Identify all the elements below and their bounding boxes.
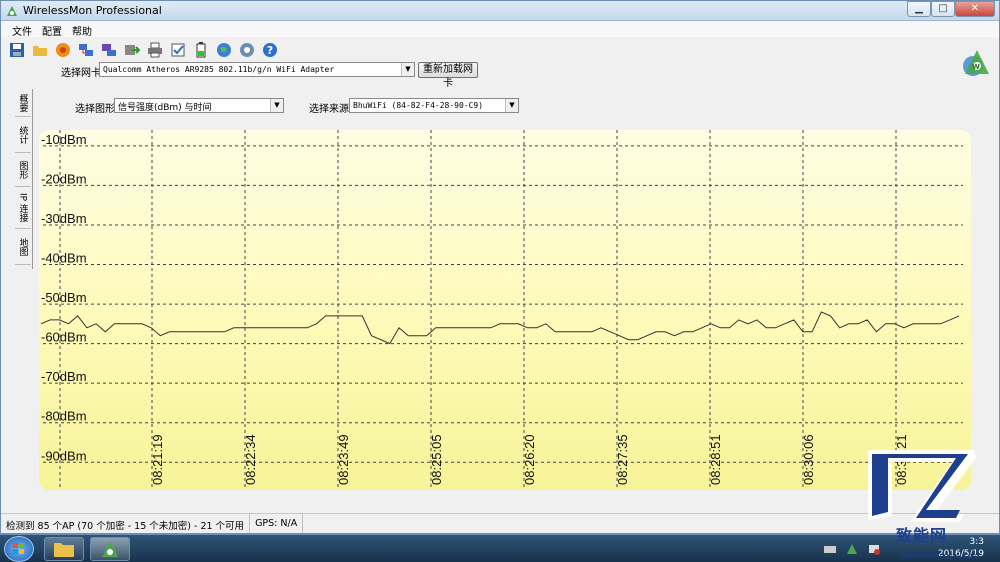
chevron-down-icon: ▼ xyxy=(505,99,518,112)
taskbar: 3:3 2016/5/19 xyxy=(0,534,1000,562)
signal-chart-svg: -10dBm -20dBm -30dBm -40dBm -50dBm -60dBm -70d… xyxy=(40,130,963,490)
taskbar-wirelessmon[interactable] xyxy=(90,537,130,561)
graph-type-select[interactable]: 信号强度(dBm) 与时间 ▼ xyxy=(114,98,284,113)
close-button[interactable]: ✕ xyxy=(955,1,995,17)
watermark-url: www.zhinenggou.com xyxy=(902,552,979,560)
open-folder-icon[interactable] xyxy=(30,40,50,60)
window-title: WirelessMon Professional xyxy=(23,4,162,17)
svg-text:?: ? xyxy=(267,44,273,57)
windows-logo-icon xyxy=(13,543,24,554)
graph-controls: 选择图形 信号强度(dBm) 与时间 ▼ 选择来源 BhuWiFi (84-82… xyxy=(41,98,941,115)
wireless-logo-icon: W xyxy=(963,50,989,76)
source-select-label: 选择来源 xyxy=(309,104,349,115)
maximize-button[interactable]: □ xyxy=(931,1,955,17)
save-icon[interactable] xyxy=(7,40,27,60)
adapter-select-value: Qualcomm Atheros AR9285 802.11b/g/n WiFi… xyxy=(103,65,335,74)
y-tick-label: -30dBm xyxy=(41,211,87,226)
tab-summary[interactable]: 概要 xyxy=(15,89,31,117)
y-tick-label: -20dBm xyxy=(41,171,87,186)
globe-settings-icon[interactable] xyxy=(237,40,257,60)
wirelessmon-icon xyxy=(102,541,118,557)
source-select[interactable]: BhuWiFi (84-82-F4-28-90-C9) ▼ xyxy=(349,98,519,113)
taskbar-explorer[interactable] xyxy=(44,537,84,561)
y-tick-label: -50dBm xyxy=(41,290,87,305)
chevron-down-icon: ▼ xyxy=(270,99,283,112)
menu-bar: 文件 配置 帮助 xyxy=(1,21,999,38)
adapter-select[interactable]: Qualcomm Atheros AR9285 802.11b/g/n WiFi… xyxy=(99,62,415,77)
app-icon xyxy=(7,6,17,16)
signal-chart: -10dBm -20dBm -30dBm -40dBm -50dBm -60dBm -70d… xyxy=(39,130,971,490)
source-value: BhuWiFi (84-82-F4-28-90-C9) xyxy=(353,101,484,110)
check-icon[interactable] xyxy=(168,40,188,60)
tab-ip-connection[interactable]: IP 连接 xyxy=(15,187,31,229)
export-icon[interactable] xyxy=(122,40,142,60)
keyboard-icon[interactable] xyxy=(824,543,836,555)
adapter-row: 选择网卡 Qualcomm Atheros AR9285 802.11b/g/n… xyxy=(1,61,999,89)
ap-count-status: 检测到 85 个AP (70 个加密 - 15 个未加密) - 21 个可用 xyxy=(1,514,251,533)
record-icon[interactable] xyxy=(53,40,73,60)
graph-type-value: 信号强度(dBm) 与时间 xyxy=(118,103,212,113)
adapter-label: 选择网卡 xyxy=(61,68,101,79)
x-tick-label: 08:25:05 xyxy=(429,434,444,485)
print-icon[interactable] xyxy=(145,40,165,60)
battery-icon[interactable] xyxy=(191,40,211,60)
x-tick-label: 08:27:35 xyxy=(615,434,630,485)
title-bar[interactable]: WirelessMon Professional ▁ □ ✕ xyxy=(1,1,999,21)
chevron-down-icon: ▼ xyxy=(401,63,414,76)
tab-graph[interactable]: 图形 xyxy=(15,153,31,187)
side-tab-strip: 概要 统计 图形 IP 连接 地图 xyxy=(15,89,33,269)
y-tick-label: -90dBm xyxy=(41,448,87,463)
y-tick-label: -10dBm xyxy=(41,132,87,147)
gps-status: GPS: N/A xyxy=(250,514,304,533)
y-tick-label: -40dBm xyxy=(41,251,87,266)
status-bar: 检测到 85 个AP (70 个加密 - 15 个未加密) - 21 个可用 G… xyxy=(1,513,999,533)
tab-map[interactable]: 地图 xyxy=(15,229,31,265)
signal-series-line xyxy=(40,311,960,345)
reload-adapter-button[interactable]: 重新加载网卡 xyxy=(418,62,478,89)
y-tick-label: -60dBm xyxy=(41,330,87,345)
x-tick-label: 08:23:49 xyxy=(336,434,351,485)
graph-select-label: 选择图形 xyxy=(75,104,115,115)
svg-text:W: W xyxy=(972,63,980,71)
menu-config[interactable]: 配置 xyxy=(37,21,67,38)
globe-icon[interactable] xyxy=(214,40,234,60)
app-window: WirelessMon Professional ▁ □ ✕ 文件 配置 帮助 … xyxy=(0,0,1000,534)
network-icon[interactable] xyxy=(76,40,96,60)
network-settings-icon[interactable] xyxy=(99,40,119,60)
minimize-button[interactable]: ▁ xyxy=(907,1,931,17)
start-button[interactable] xyxy=(4,536,34,562)
x-tick-label: 08:21:19 xyxy=(150,434,165,485)
x-tick-label: 08:28:51 xyxy=(708,434,723,485)
y-tick-label: -70dBm xyxy=(41,369,87,384)
toolbar: ? xyxy=(1,38,301,62)
x-tick-label: 08:30:06 xyxy=(801,434,816,485)
menu-file[interactable]: 文件 xyxy=(7,21,37,38)
help-icon[interactable]: ? xyxy=(260,40,280,60)
watermark-text: 致能网 xyxy=(896,526,948,545)
wirelessmon-tray-icon[interactable] xyxy=(846,543,858,555)
x-tick-label: 08:22:34 xyxy=(243,434,258,485)
tab-statistics[interactable]: 统计 xyxy=(15,117,31,153)
menu-help[interactable]: 帮助 xyxy=(67,21,97,38)
folder-icon xyxy=(54,543,74,557)
y-tick-label: -80dBm xyxy=(41,409,87,424)
x-tick-label: 08:26:20 xyxy=(522,434,537,485)
